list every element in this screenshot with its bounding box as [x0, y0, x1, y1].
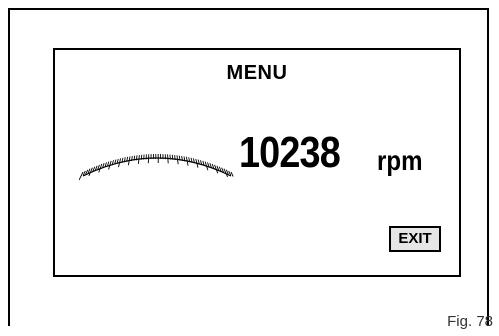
figure: MENU 10238 rpm EXIT Fig. 78 [0, 0, 499, 336]
rpm-unit: rpm [377, 145, 423, 176]
exit-button[interactable]: EXIT [389, 226, 441, 252]
figure-caption: Fig. 78 [447, 313, 493, 330]
tachometer-arc-icon [79, 153, 234, 181]
tachometer-baseline [82, 157, 232, 177]
rpm-value: 10238 [239, 128, 341, 177]
dashboard-display: MENU 10238 rpm EXIT [53, 48, 461, 277]
menu-title: MENU [226, 62, 288, 84]
tachometer-tick [79, 171, 84, 181]
rpm-readout: 10238 rpm [239, 128, 422, 178]
tachometer-tick [230, 171, 234, 177]
